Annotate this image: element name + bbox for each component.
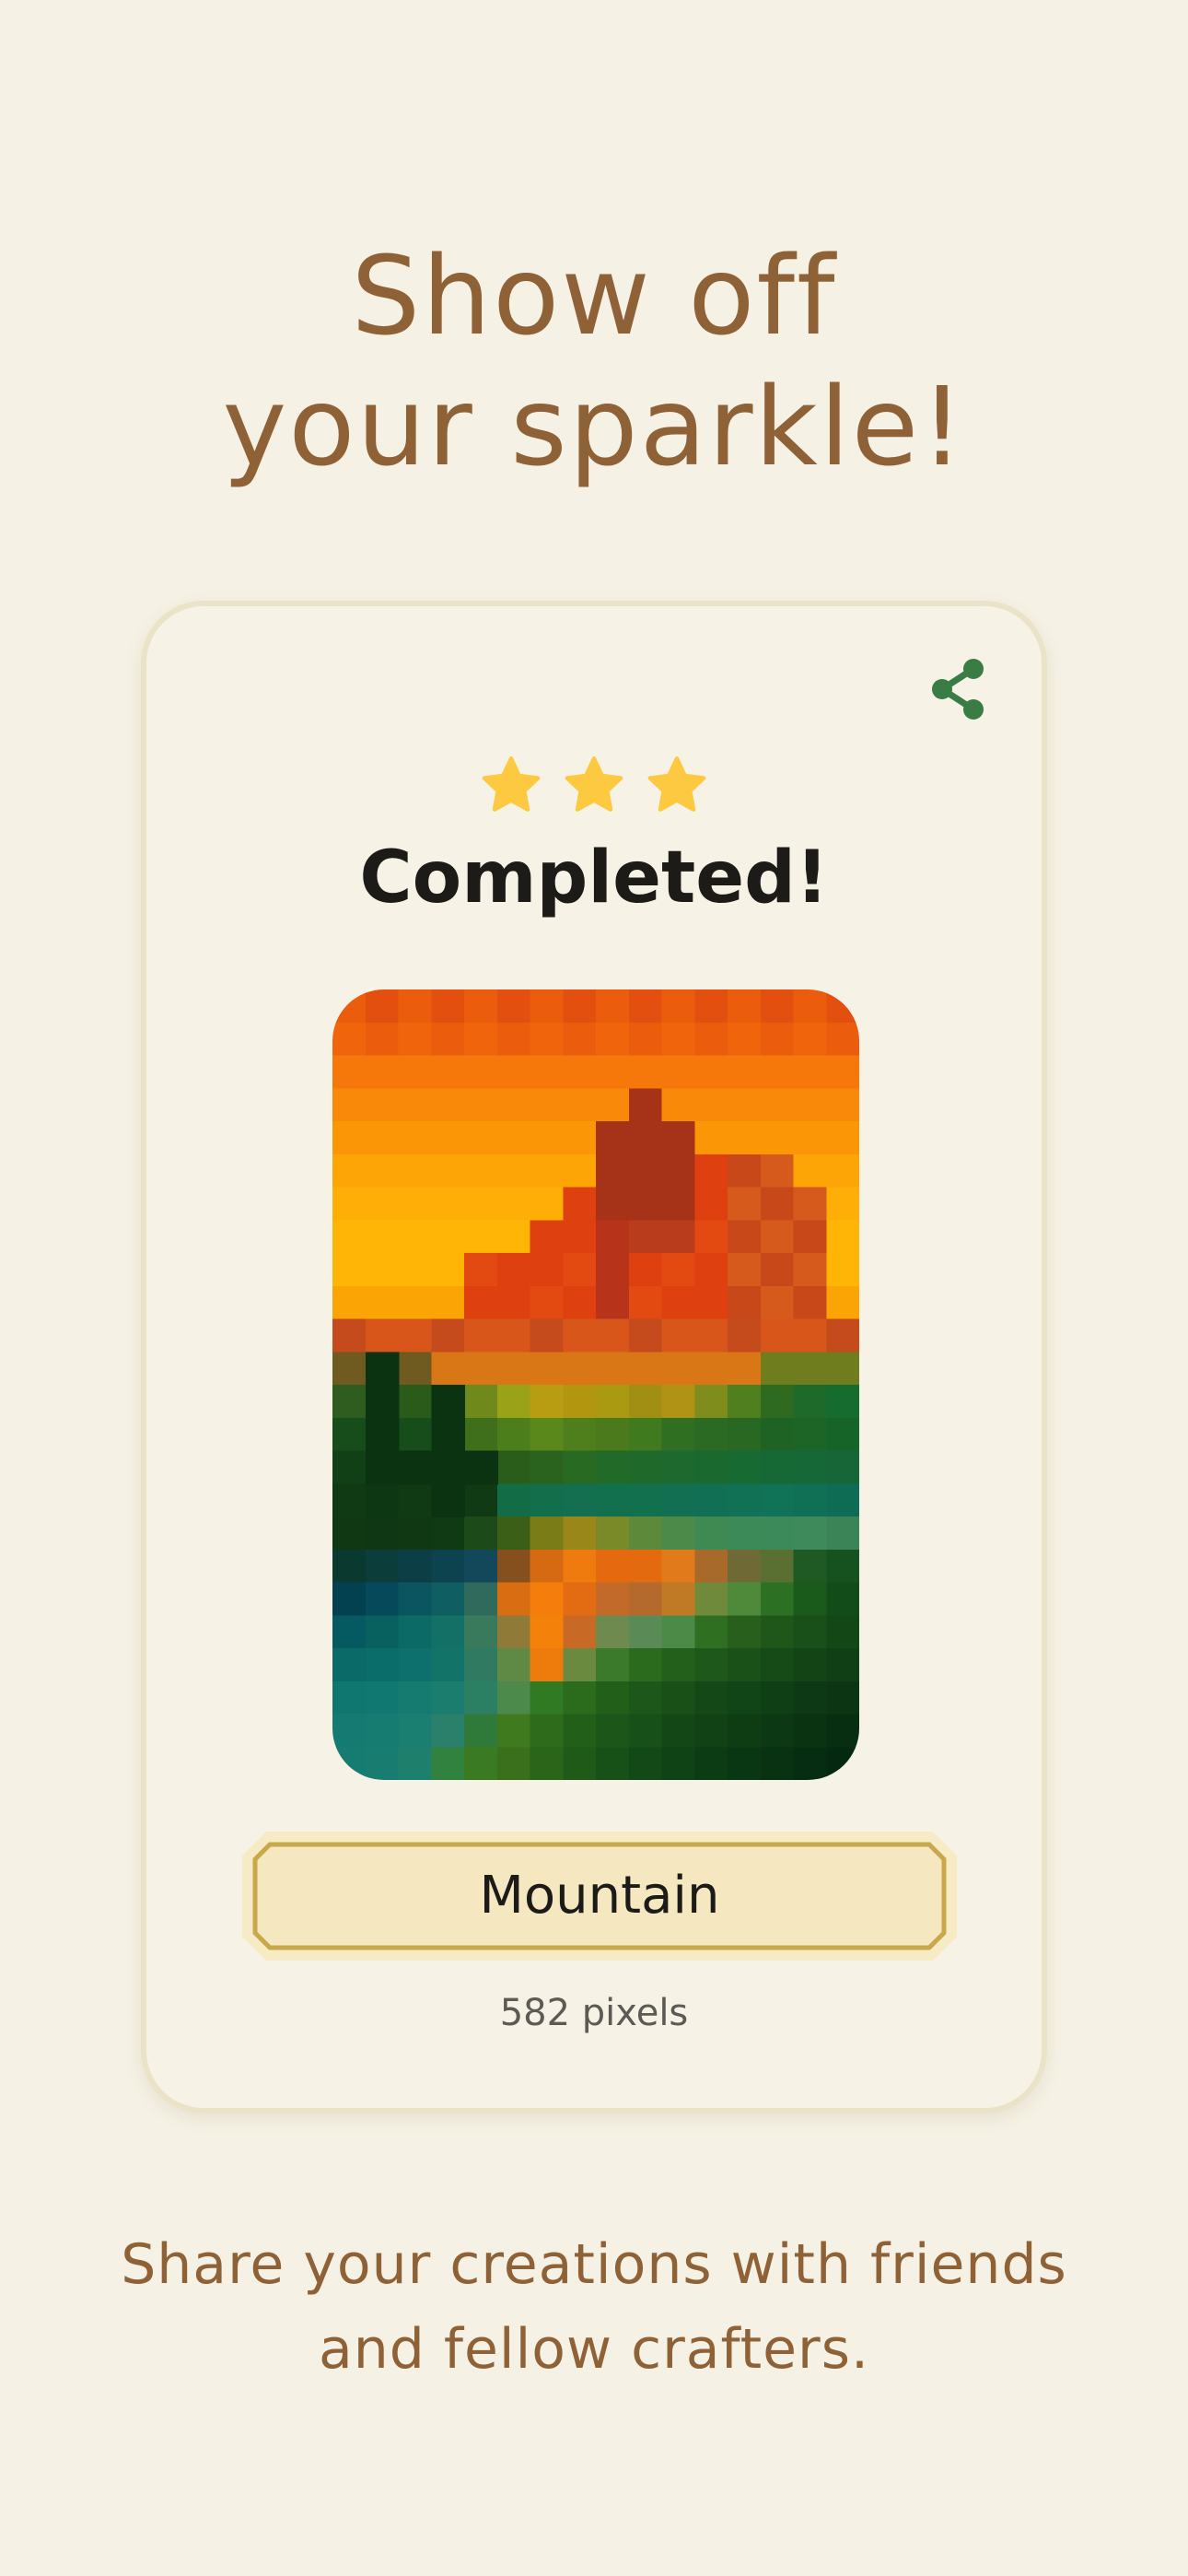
artwork-name-plaque: Mountain	[242, 1832, 957, 1961]
artwork-image	[332, 989, 859, 1780]
headline-line-1: Show off	[351, 232, 837, 359]
share-button[interactable]	[924, 654, 994, 724]
star-icon	[482, 756, 541, 812]
artwork-title: Mountain	[479, 1866, 720, 1926]
headline: Show off your sparkle!	[0, 230, 1188, 492]
pixel-art-mountain	[332, 989, 859, 1780]
caption-line-2: and fellow crafters.	[318, 2317, 870, 2382]
completed-title: Completed!	[359, 837, 829, 919]
star-icon	[565, 756, 623, 812]
headline-line-2: your sparkle!	[222, 363, 966, 490]
share-caption: Share your creations with friends and fe…	[0, 2222, 1188, 2392]
star-rating	[146, 754, 1042, 818]
share-icon	[932, 659, 984, 720]
caption-line-1: Share your creations with friends	[121, 2232, 1067, 2297]
star-icon	[647, 756, 706, 812]
pixel-count: 582 pixels	[499, 1992, 689, 2034]
completion-card: Completed! Mountain 582 pixels	[141, 601, 1047, 2113]
